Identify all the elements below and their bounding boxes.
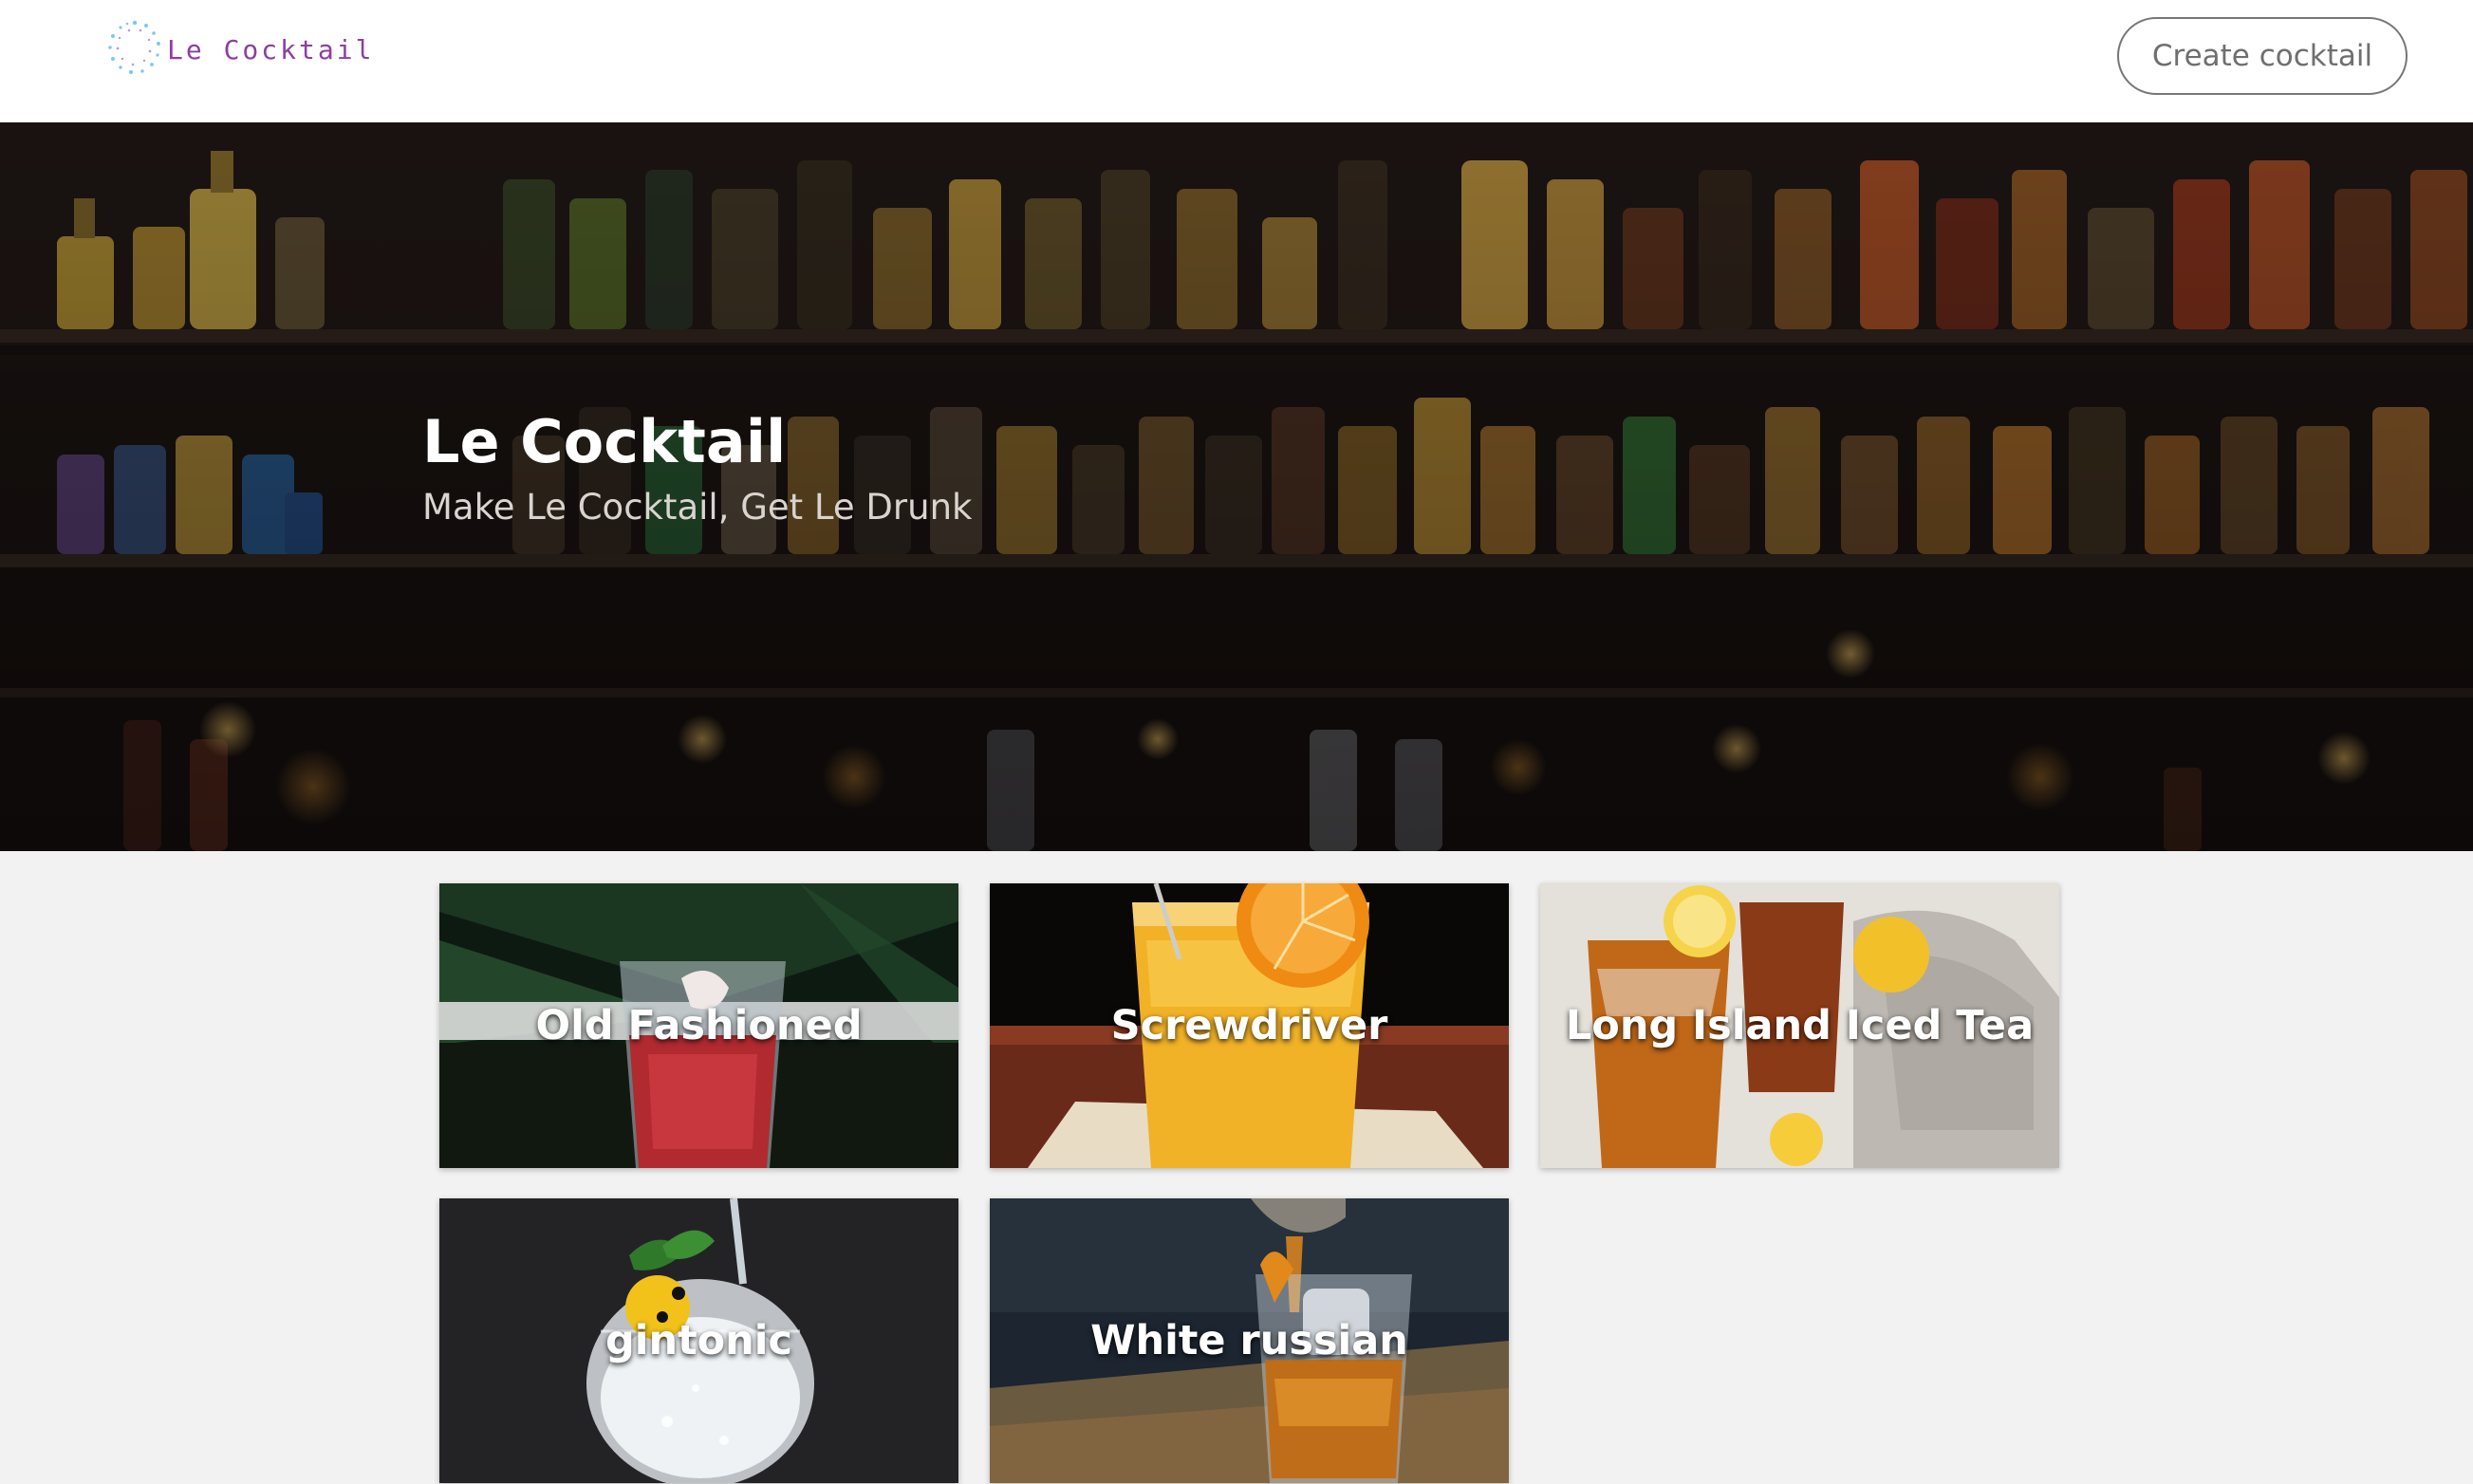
navbar: Le Cocktail Create cocktail: [0, 0, 2473, 122]
cocktail-card-name: Long Island Iced Tea: [1565, 1002, 2035, 1049]
create-cocktail-button[interactable]: Create cocktail: [2117, 17, 2408, 95]
bar-shelves-background-image: [0, 122, 2473, 851]
hero-subtitle: Make Le Cocktail, Get Le Drunk: [422, 487, 973, 528]
cocktail-card-old-fashioned[interactable]: Old Fashioned: [439, 883, 958, 1168]
sparkle-ring-logo-icon: [108, 20, 160, 75]
cocktail-card-name: White russian: [1090, 1317, 1408, 1364]
cocktail-card-gintonic[interactable]: gintonic: [439, 1198, 958, 1483]
cocktail-card-name: gintonic: [604, 1317, 793, 1364]
cocktail-card-long-island-iced-tea[interactable]: Long Island Iced Tea: [1540, 883, 2059, 1168]
cocktail-card-name: Old Fashioned: [535, 1002, 863, 1049]
cocktail-card-screwdriver[interactable]: Screwdriver: [990, 883, 1509, 1168]
brand-link[interactable]: Le Cocktail: [104, 17, 374, 78]
hero-banner: Le Cocktail Make Le Cocktail, Get Le Dru…: [0, 122, 2473, 851]
hero-title: Le Cocktail: [422, 407, 787, 476]
cocktail-card-name: Screwdriver: [1110, 1002, 1388, 1049]
brand-name: Le Cocktail: [167, 33, 375, 65]
cocktail-card-white-russian[interactable]: White russian: [990, 1198, 1509, 1483]
